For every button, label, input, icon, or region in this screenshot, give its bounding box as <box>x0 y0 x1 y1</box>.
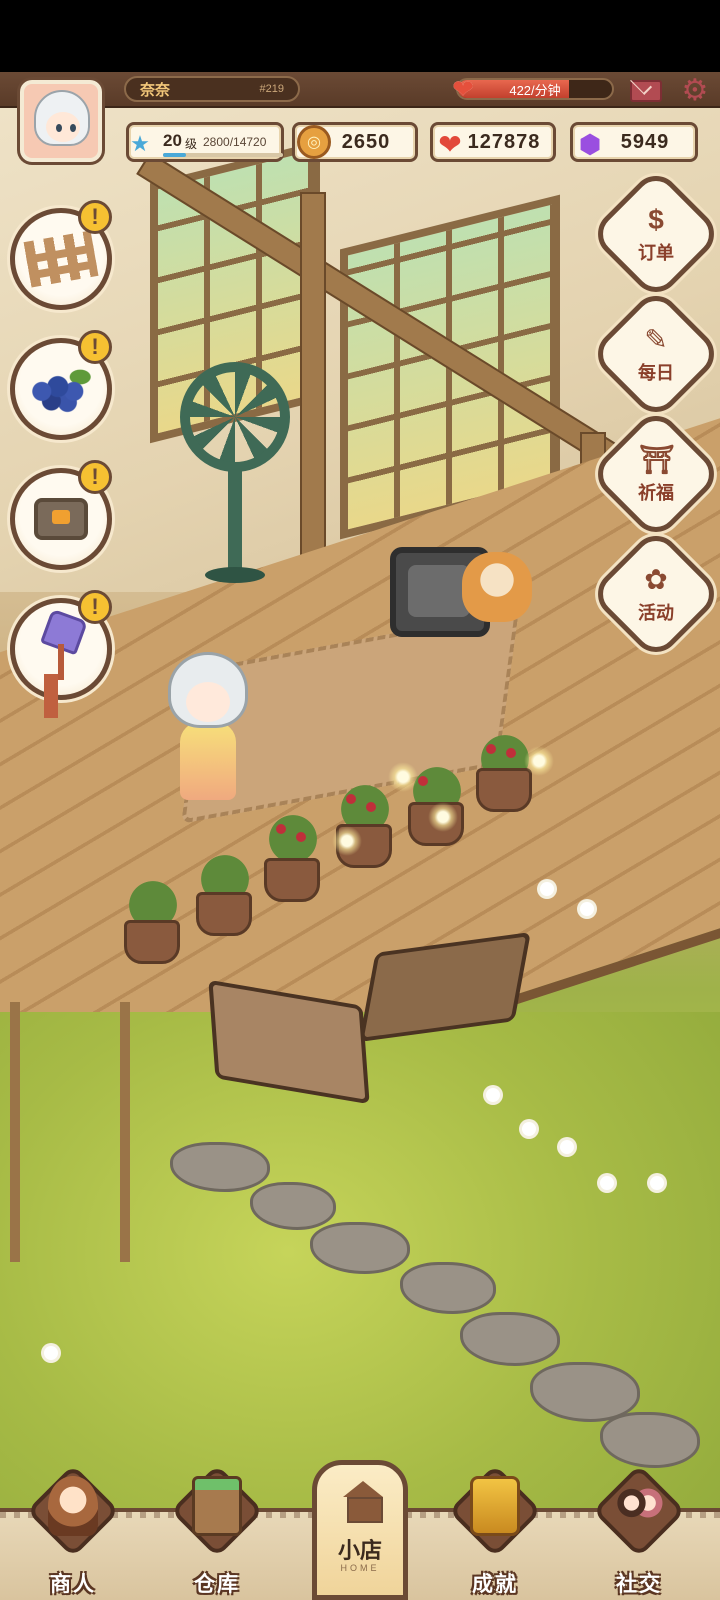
avatar-eye <box>56 124 62 132</box>
white-flower <box>522 1122 536 1136</box>
white-flower <box>650 1176 664 1190</box>
player-character[interactable] <box>168 652 248 812</box>
trophy-icon <box>470 1476 520 1536</box>
character-face <box>186 682 230 722</box>
berry <box>486 744 496 754</box>
coins-value: 2650 <box>341 130 391 153</box>
sparkle-effect <box>332 826 362 856</box>
plant-pot[interactable] <box>124 920 180 964</box>
alert-badge: ! <box>78 460 112 494</box>
pray-label: 祈福 <box>638 483 674 503</box>
star-icon: ★ <box>130 131 150 156</box>
nav-home[interactable]: 小店 HOME <box>312 1460 408 1600</box>
shiba-dog[interactable] <box>462 552 532 622</box>
berry <box>366 802 376 812</box>
fan-stand <box>228 467 242 577</box>
player-id: #219 <box>259 83 284 95</box>
gear-icon[interactable]: ⚙ <box>680 76 710 106</box>
berry <box>296 832 306 842</box>
plant-pot[interactable] <box>196 892 252 936</box>
berry <box>506 748 516 758</box>
white-flower <box>600 1176 614 1190</box>
daily-label: 每日 <box>638 363 674 383</box>
income-rate-bar[interactable]: 422/分钟 <box>456 78 614 100</box>
garden-swing[interactable] <box>10 1002 130 1262</box>
orders-label: 订单 <box>638 243 674 263</box>
white-flower <box>560 1140 574 1154</box>
sparkle-effect <box>428 802 458 832</box>
electric-fan[interactable] <box>180 362 290 472</box>
nav-warehouse[interactable]: 仓库 <box>162 1464 272 1600</box>
white-flower <box>580 902 594 916</box>
blueberry-icon <box>29 365 93 413</box>
white-flower <box>486 1088 500 1102</box>
alert-badge: ! <box>78 330 112 364</box>
xp-progress-bar <box>163 153 283 157</box>
player-name: 奈奈 <box>140 81 171 99</box>
events-label: 活动 <box>638 603 674 623</box>
warehouse-icon <box>192 1476 242 1536</box>
tv-icon <box>34 498 88 540</box>
xp-text: 2800/14720 <box>203 135 267 149</box>
level-panel[interactable]: ★ 20 级 2800/14720 <box>126 122 284 162</box>
gems-value: 5949 <box>620 130 670 153</box>
fence-icon <box>23 230 99 288</box>
nav-warehouse-label: 仓库 <box>194 1573 240 1596</box>
coins-panel[interactable]: ◎ 2650 <box>292 122 418 162</box>
nav-achievement[interactable]: 成就 <box>440 1464 550 1600</box>
lamp-icon <box>41 614 81 684</box>
berry <box>418 776 428 786</box>
friends-icon <box>614 1476 664 1536</box>
xp-progress-fill <box>163 153 186 157</box>
orders-icon: $ <box>648 204 664 235</box>
plant-pot[interactable] <box>264 858 320 902</box>
daily-icon: ✎ <box>644 324 668 355</box>
mail-icon[interactable] <box>630 80 662 102</box>
game-scene[interactable] <box>0 72 720 1600</box>
white-flower <box>44 1346 58 1360</box>
income-rate-text: 422/分钟 <box>509 82 561 98</box>
nav-merchant[interactable]: 商人 <box>18 1464 128 1600</box>
player-name-plate[interactable]: 奈奈 #219 <box>124 76 300 102</box>
nav-achievement-label: 成就 <box>472 1573 518 1596</box>
player-avatar[interactable] <box>20 80 102 162</box>
alert-badge: ! <box>78 590 112 624</box>
home-icon <box>341 1481 385 1523</box>
berry <box>346 794 356 804</box>
sparkle-effect <box>524 746 554 776</box>
level-unit: 级 <box>185 137 198 151</box>
sparkle-effect <box>388 762 418 792</box>
nav-home-label: 小店 <box>337 1538 382 1563</box>
orders-button[interactable]: $ 订单 <box>608 186 704 282</box>
plant-leaves <box>258 814 328 864</box>
gems-panel[interactable]: ⬢ 5949 <box>570 122 698 162</box>
pray-button[interactable]: ⛩ 祈福 <box>608 426 704 522</box>
fan-base <box>205 567 265 583</box>
nav-social-label: 社交 <box>616 1573 662 1596</box>
merchant-icon <box>48 1476 98 1536</box>
level-number: 20 <box>163 131 182 150</box>
daily-button[interactable]: ✎ 每日 <box>608 306 704 402</box>
nav-social[interactable]: 社交 <box>584 1464 694 1600</box>
character-body <box>180 722 236 800</box>
events-button[interactable]: ✿ 活动 <box>608 546 704 642</box>
pray-icon: ⛩ <box>639 444 675 475</box>
hearts-value: 127878 <box>467 130 541 153</box>
hearts-panel[interactable]: ❤ 127878 <box>430 122 556 162</box>
nav-home-sublabel: HOME <box>340 1563 380 1573</box>
berry <box>276 824 286 834</box>
nav-merchant-label: 商人 <box>50 1573 96 1596</box>
white-flower <box>540 882 554 896</box>
alert-badge: ! <box>78 200 112 234</box>
avatar-eye <box>70 124 76 132</box>
heart-icon: ❤ <box>452 74 474 104</box>
events-icon: ✿ <box>644 564 668 595</box>
tv-screen <box>408 565 470 617</box>
